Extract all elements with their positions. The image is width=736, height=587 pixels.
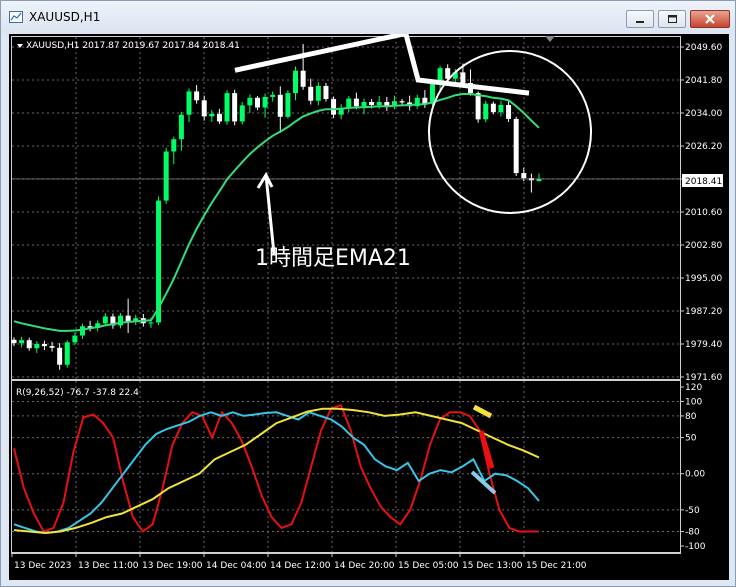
candle-body	[209, 113, 215, 117]
indicator-tick-label: 0.00	[685, 470, 705, 480]
candle-body	[521, 173, 527, 179]
price-tick-label: 2026.20	[685, 142, 722, 152]
time-tick-label: 15 Dec 21:00	[526, 561, 587, 571]
candle-body	[300, 70, 306, 87]
time-tick-label: 13 Dec 2023	[14, 561, 72, 571]
candle-body	[64, 342, 70, 365]
candle-body	[41, 344, 47, 347]
candle-body	[178, 114, 184, 140]
candle-body	[102, 316, 108, 324]
candle-body	[26, 340, 32, 349]
price-tick-label: 1987.20	[685, 307, 722, 317]
time-tick-label: 14 Dec 04:00	[206, 561, 267, 571]
close-icon	[705, 14, 715, 24]
candle-body	[247, 97, 253, 106]
price-tick-label: 1995.00	[685, 274, 722, 284]
price-tick-label: 2002.80	[685, 241, 722, 251]
indicator-tick-label: -50	[685, 506, 700, 516]
candle-body	[506, 104, 512, 119]
candle-body	[277, 94, 283, 117]
candle-body	[186, 91, 192, 115]
candle-body	[201, 100, 207, 117]
candle-body	[34, 344, 40, 349]
candle-body	[270, 94, 276, 97]
time-tick-label: 13 Dec 11:00	[78, 561, 139, 571]
price-tick-label: 2010.60	[685, 208, 722, 218]
candle-body	[475, 93, 481, 120]
candle-body	[79, 326, 85, 336]
candle-body	[429, 83, 435, 104]
candle-body	[72, 335, 78, 343]
indicator-tick-label: 120	[685, 383, 702, 393]
price-tick-label: 2041.80	[685, 76, 722, 86]
candle-body	[194, 91, 200, 101]
current-price-label: 2018.41	[685, 177, 722, 187]
candle-body	[369, 102, 375, 105]
time-tick-label: 15 Dec 05:00	[398, 561, 459, 571]
price-tick-label: 2034.00	[685, 109, 722, 119]
candle-body	[171, 139, 177, 152]
candle-body	[49, 346, 55, 348]
candle-body	[254, 97, 260, 108]
indicator-tick-label: 100	[685, 397, 702, 407]
close-button[interactable]	[690, 10, 730, 28]
window-titlebar[interactable]: XAUUSD,H1	[1, 1, 735, 33]
candle-body	[353, 98, 359, 107]
ema-annotation-label: 1時間足EMA21	[255, 246, 411, 271]
restore-icon	[668, 15, 677, 23]
indicator-tick-label: -80	[685, 528, 700, 538]
chart-window: XAUUSD,H1 1時間足EMA21 2049.60 2041.80 2034…	[0, 0, 736, 587]
minimize-icon	[636, 21, 644, 23]
candle-body	[293, 70, 299, 94]
price-tick-label: 2049.60	[685, 43, 722, 53]
candle-body	[315, 85, 321, 101]
candle-body	[232, 93, 238, 122]
time-tick-label: 14 Dec 20:00	[334, 561, 395, 571]
indicator-tick-label: -100	[685, 542, 706, 552]
candle-body	[19, 340, 25, 344]
candle-body	[239, 105, 245, 122]
indicator-tick-label: 50	[685, 434, 697, 444]
indicator-tick-label: 80	[685, 412, 697, 422]
candle-body	[399, 101, 405, 103]
candle-body	[57, 347, 63, 365]
candle-body	[262, 96, 268, 108]
candle-body	[323, 85, 329, 100]
candle-body	[346, 98, 352, 108]
candle-body	[536, 179, 542, 182]
candle-body	[285, 93, 291, 117]
candle-body	[460, 72, 466, 83]
indicator-header: R(9,26,52) -76.7 -37.8 22.4	[16, 388, 139, 398]
chart-svg[interactable]: 1時間足EMA21 2049.60 2041.80 2034.00 2026.20 20…	[9, 30, 729, 580]
candle-body	[11, 339, 17, 344]
minimize-button[interactable]	[626, 10, 654, 28]
candle-body	[331, 99, 337, 115]
chart-window-icon	[9, 11, 23, 23]
window-title: XAUUSD,H1	[29, 10, 101, 24]
candle-body	[163, 151, 169, 201]
candle-body	[224, 93, 230, 122]
chart-area[interactable]: 1時間足EMA21 2049.60 2041.80 2034.00 2026.20 20…	[9, 30, 729, 580]
candle-body	[148, 322, 154, 324]
candle-body	[361, 102, 367, 107]
candle-body	[308, 86, 314, 101]
maximize-button[interactable]	[658, 10, 686, 28]
time-tick-label: 13 Dec 19:00	[142, 561, 203, 571]
price-tick-label: 1979.40	[685, 340, 722, 350]
time-tick-label: 15 Dec 13:00	[462, 561, 523, 571]
candle-body	[216, 113, 222, 122]
candle-body	[376, 102, 382, 105]
chart-background	[9, 34, 729, 580]
time-tick-label: 14 Dec 12:00	[270, 561, 331, 571]
candle-body	[483, 103, 489, 120]
candle-body	[490, 103, 496, 113]
candle-body	[125, 315, 131, 322]
price-tick-label: 1971.60	[685, 373, 722, 383]
candle-body	[513, 118, 519, 174]
chart-header-info: XAUUSD,H1 2017.87 2019.67 2017.84 2018.4…	[26, 41, 240, 51]
candle-body	[498, 104, 504, 113]
